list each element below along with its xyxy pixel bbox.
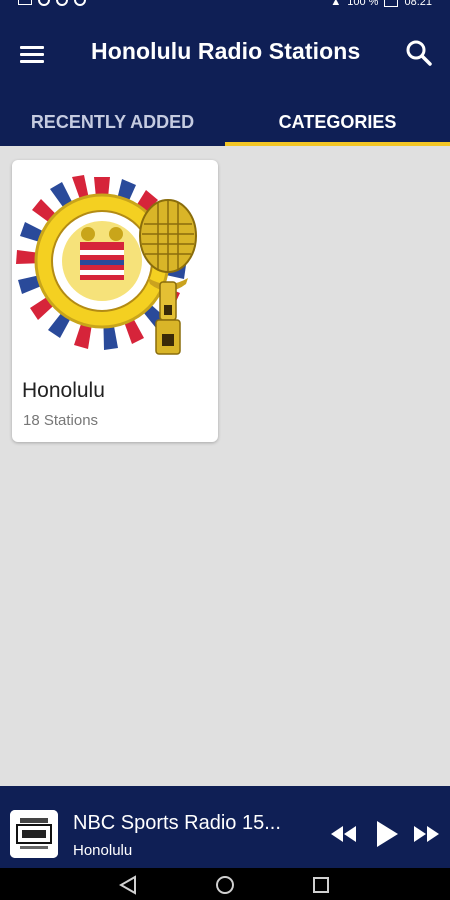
status-bar: ▲ 100 % 08:21 <box>0 0 450 18</box>
recents-button[interactable] <box>307 874 335 896</box>
nbc-sports-radio-logo-icon <box>10 810 58 858</box>
hamburger-icon-line <box>20 52 44 56</box>
tab-bar: RECENTLY ADDED CATEGORIES <box>0 98 450 146</box>
sync-icon <box>56 0 68 6</box>
home-button[interactable] <box>211 874 239 896</box>
status-bar-notifications <box>18 0 86 7</box>
now-playing-title: NBC Sports Radio 15... <box>73 812 281 834</box>
mini-player[interactable]: NBC Sports Radio 15... Honolulu <box>0 786 450 868</box>
play-icon <box>377 821 398 847</box>
signal-icon: ▲ <box>330 0 342 8</box>
category-station-count: 18 Stations <box>23 412 99 429</box>
battery-icon <box>384 0 399 7</box>
fast-forward-icon <box>414 826 439 842</box>
category-title: Honolulu <box>22 379 105 402</box>
status-bar-system: ▲ 100 % 08:21 <box>330 0 432 8</box>
category-card[interactable]: Honolulu 18 Stations <box>12 160 218 442</box>
back-icon <box>118 875 136 895</box>
home-icon <box>216 876 234 894</box>
category-grid: Honolulu 18 Stations <box>0 146 450 786</box>
rewind-icon <box>331 826 356 842</box>
battery-percent: 100 % <box>347 0 379 8</box>
sync-icon <box>74 0 86 6</box>
fast-forward-button[interactable] <box>410 818 442 850</box>
back-button[interactable] <box>115 874 143 896</box>
tab-recently-added[interactable]: RECENTLY ADDED <box>0 98 225 146</box>
honolulu-seal-microphone-icon <box>16 175 197 355</box>
notification-icon <box>18 0 32 5</box>
search-button[interactable] <box>402 36 436 70</box>
hamburger-icon-line <box>20 59 44 63</box>
recents-icon <box>313 877 329 893</box>
search-icon <box>406 40 432 66</box>
tab-categories[interactable]: CATEGORIES <box>225 98 450 146</box>
rewind-button[interactable] <box>328 818 360 850</box>
menu-button[interactable] <box>20 40 52 68</box>
now-playing-subtitle: Honolulu <box>73 842 133 859</box>
app-bar: Honolulu Radio Stations RECENTLY ADDED C… <box>0 18 450 146</box>
system-nav-bar <box>0 868 450 900</box>
sync-icon <box>38 0 50 6</box>
station-logo <box>10 810 58 858</box>
play-button[interactable] <box>370 818 402 850</box>
clock: 08:21 <box>404 0 432 8</box>
page-title: Honolulu Radio Stations <box>91 38 361 64</box>
hamburger-icon-line <box>20 45 44 49</box>
